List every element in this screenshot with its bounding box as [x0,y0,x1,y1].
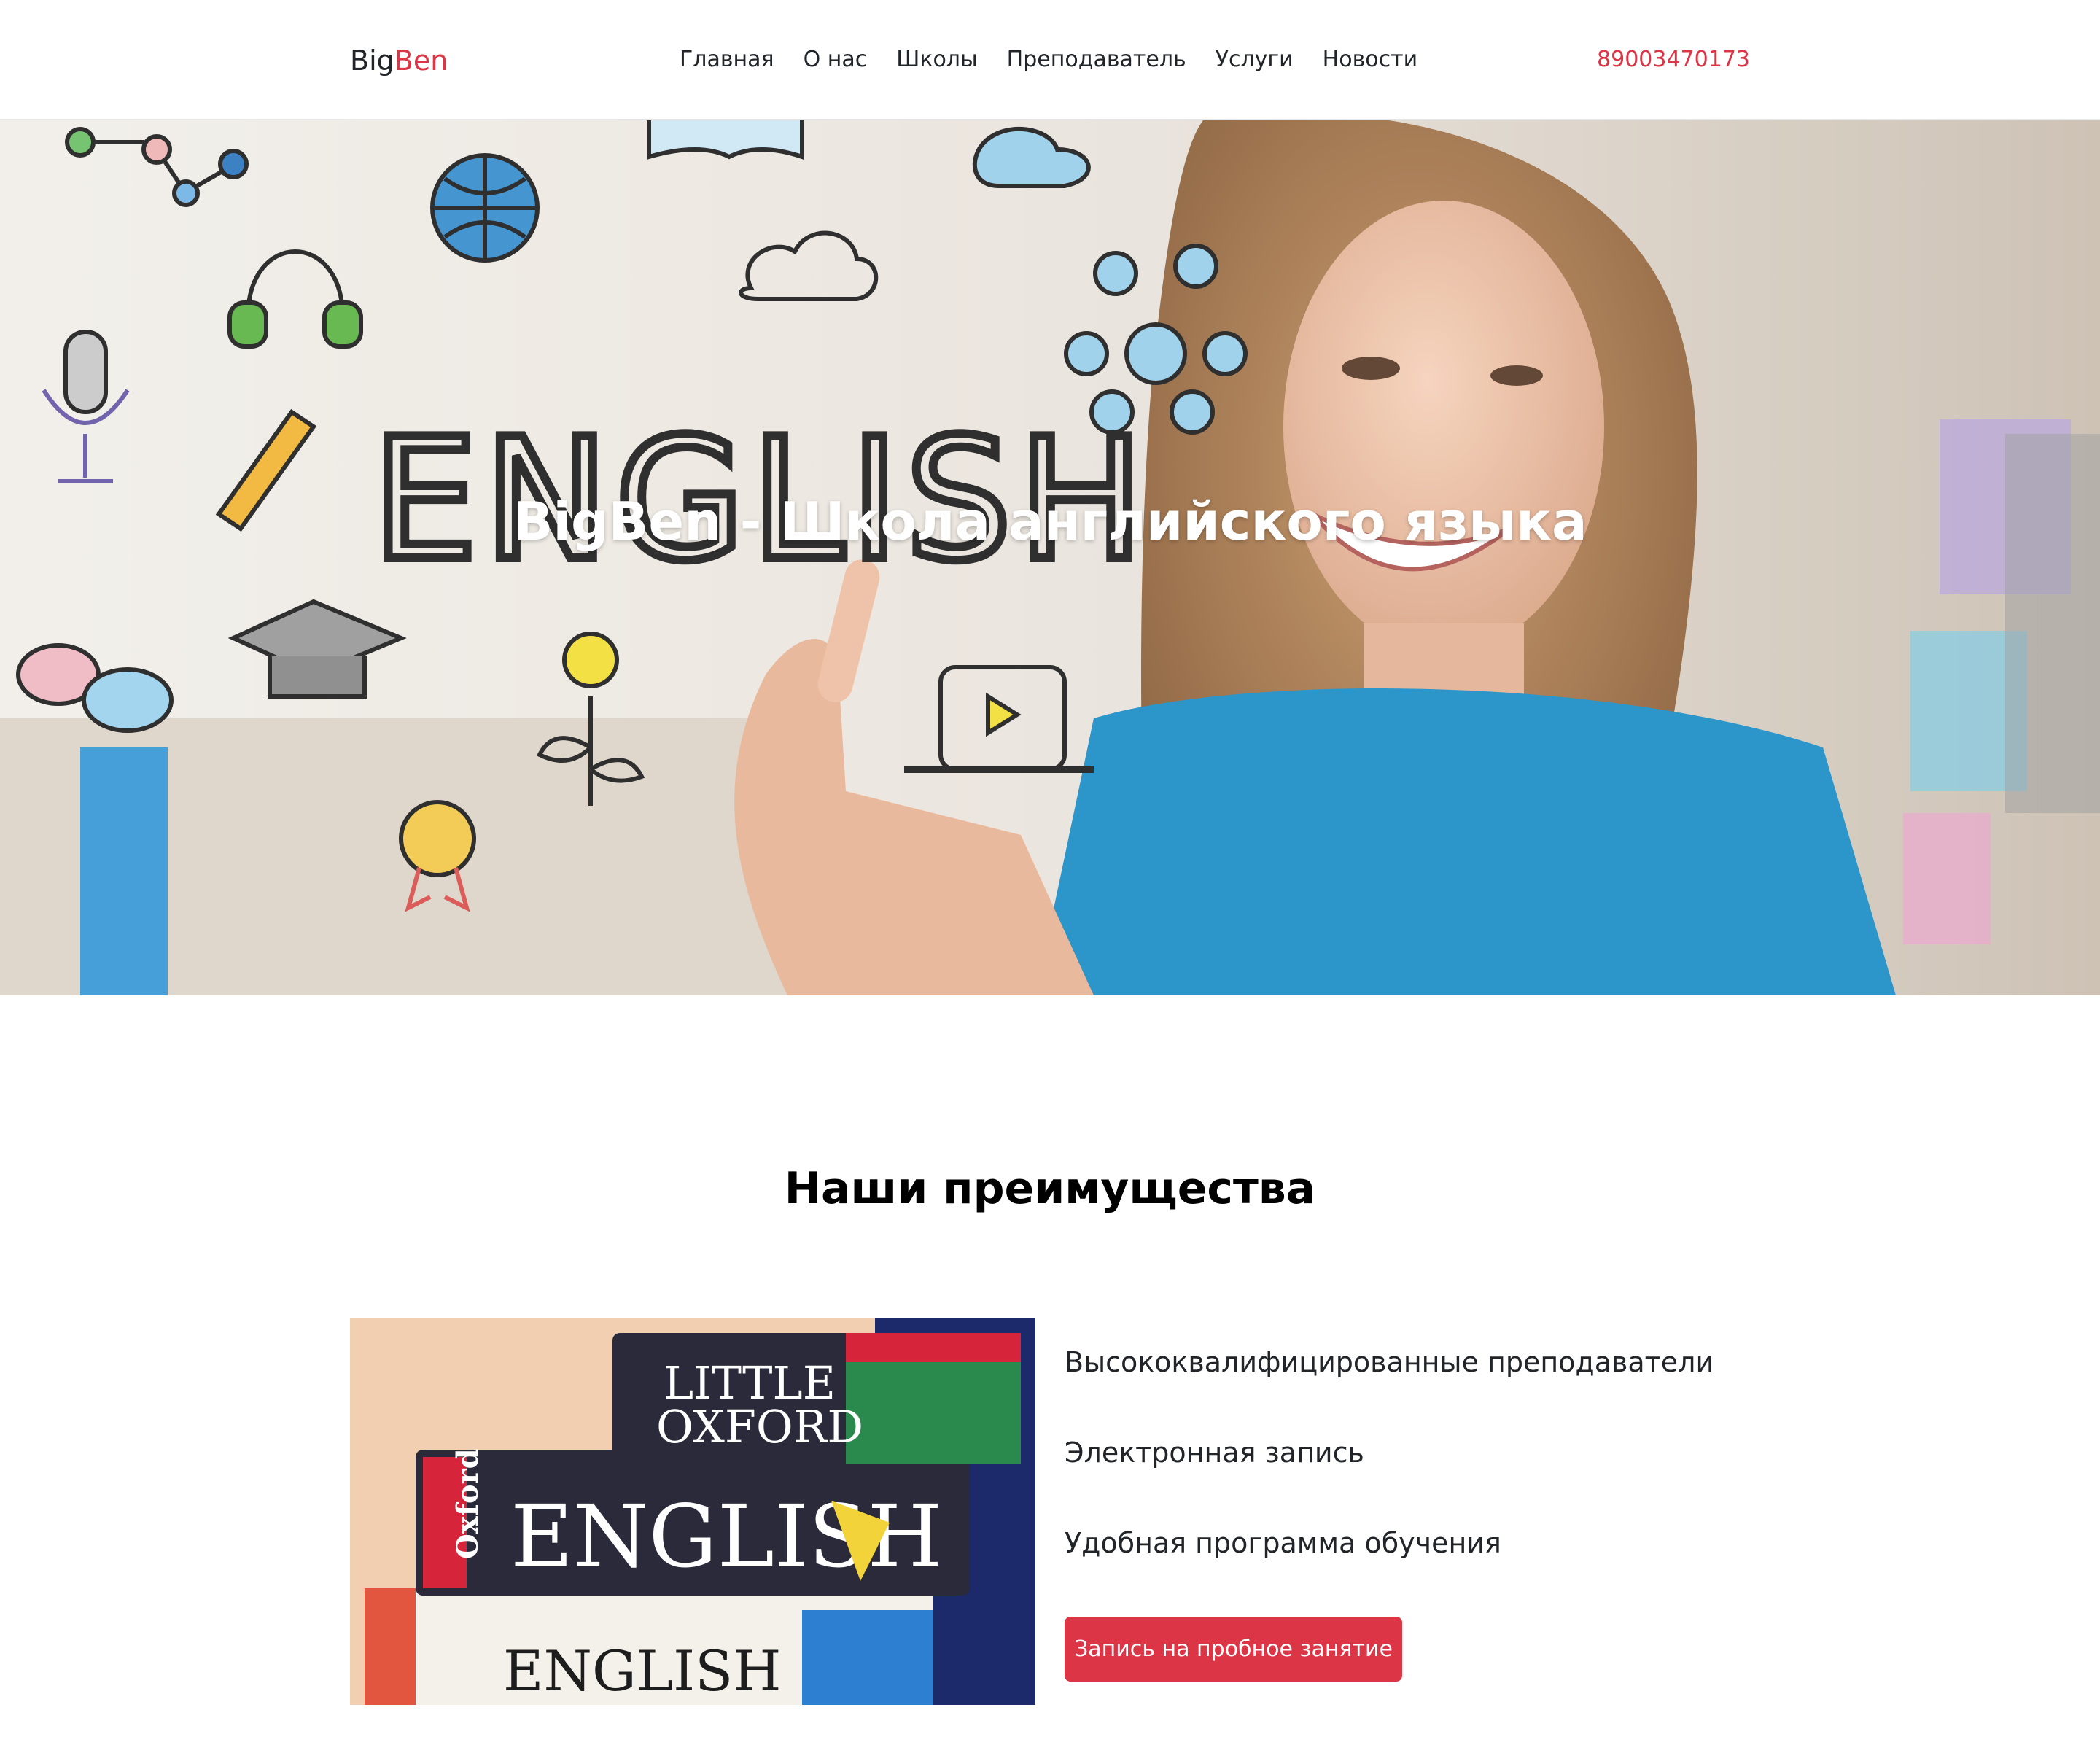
navbar: BigBen Главная О нас Школы Преподаватель… [0,0,2100,120]
advantage-item-teachers: Высококвалифицированные преподаватели [1065,1346,1714,1378]
advantage-item-program: Удобная программа обучения [1065,1527,1501,1559]
hero-title: BigBen - Школа английского языка [513,491,1587,552]
trial-lesson-button[interactable]: Запись на пробное занятие [1065,1617,1402,1682]
nav-link-news[interactable]: Новости [1323,47,1418,72]
brand-name-part2: Ben [394,44,448,77]
nav-link-home[interactable]: Главная [680,47,774,72]
brand-name-part1: Big [350,44,394,77]
advantage-item-online-booking: Электронная запись [1065,1437,1364,1469]
nav-link-services[interactable]: Услуги [1216,47,1294,72]
oxford-brand: Oxford [451,1448,485,1559]
phone-link[interactable]: 89003470173 [1597,44,1750,76]
hero-banner: ENGLISH BigBen - Школа английского языка [0,120,2100,995]
nav-link-about[interactable]: О нас [804,47,868,72]
hero-background-image: ENGLISH [0,120,2100,995]
nav-link-schools[interactable]: Школы [896,47,977,72]
brand-logo[interactable]: BigBen [350,42,448,79]
collins-book-title: ENGLISH [503,1639,782,1703]
advantages-title: Наши преимущества [784,1163,1316,1214]
little-oxford-line2: OXFORD [656,1400,863,1453]
main-nav: Главная О нас Школы Преподаватель Услуги… [680,44,1418,76]
nav-link-teacher[interactable]: Преподаватель [1007,47,1186,72]
advantages-list: Высококвалифицированные преподаватели Эл… [1065,1342,1714,1613]
dictionaries-image: ENGLISH Oxford ENGLISH LITTLE OXFORD [350,1318,1035,1705]
